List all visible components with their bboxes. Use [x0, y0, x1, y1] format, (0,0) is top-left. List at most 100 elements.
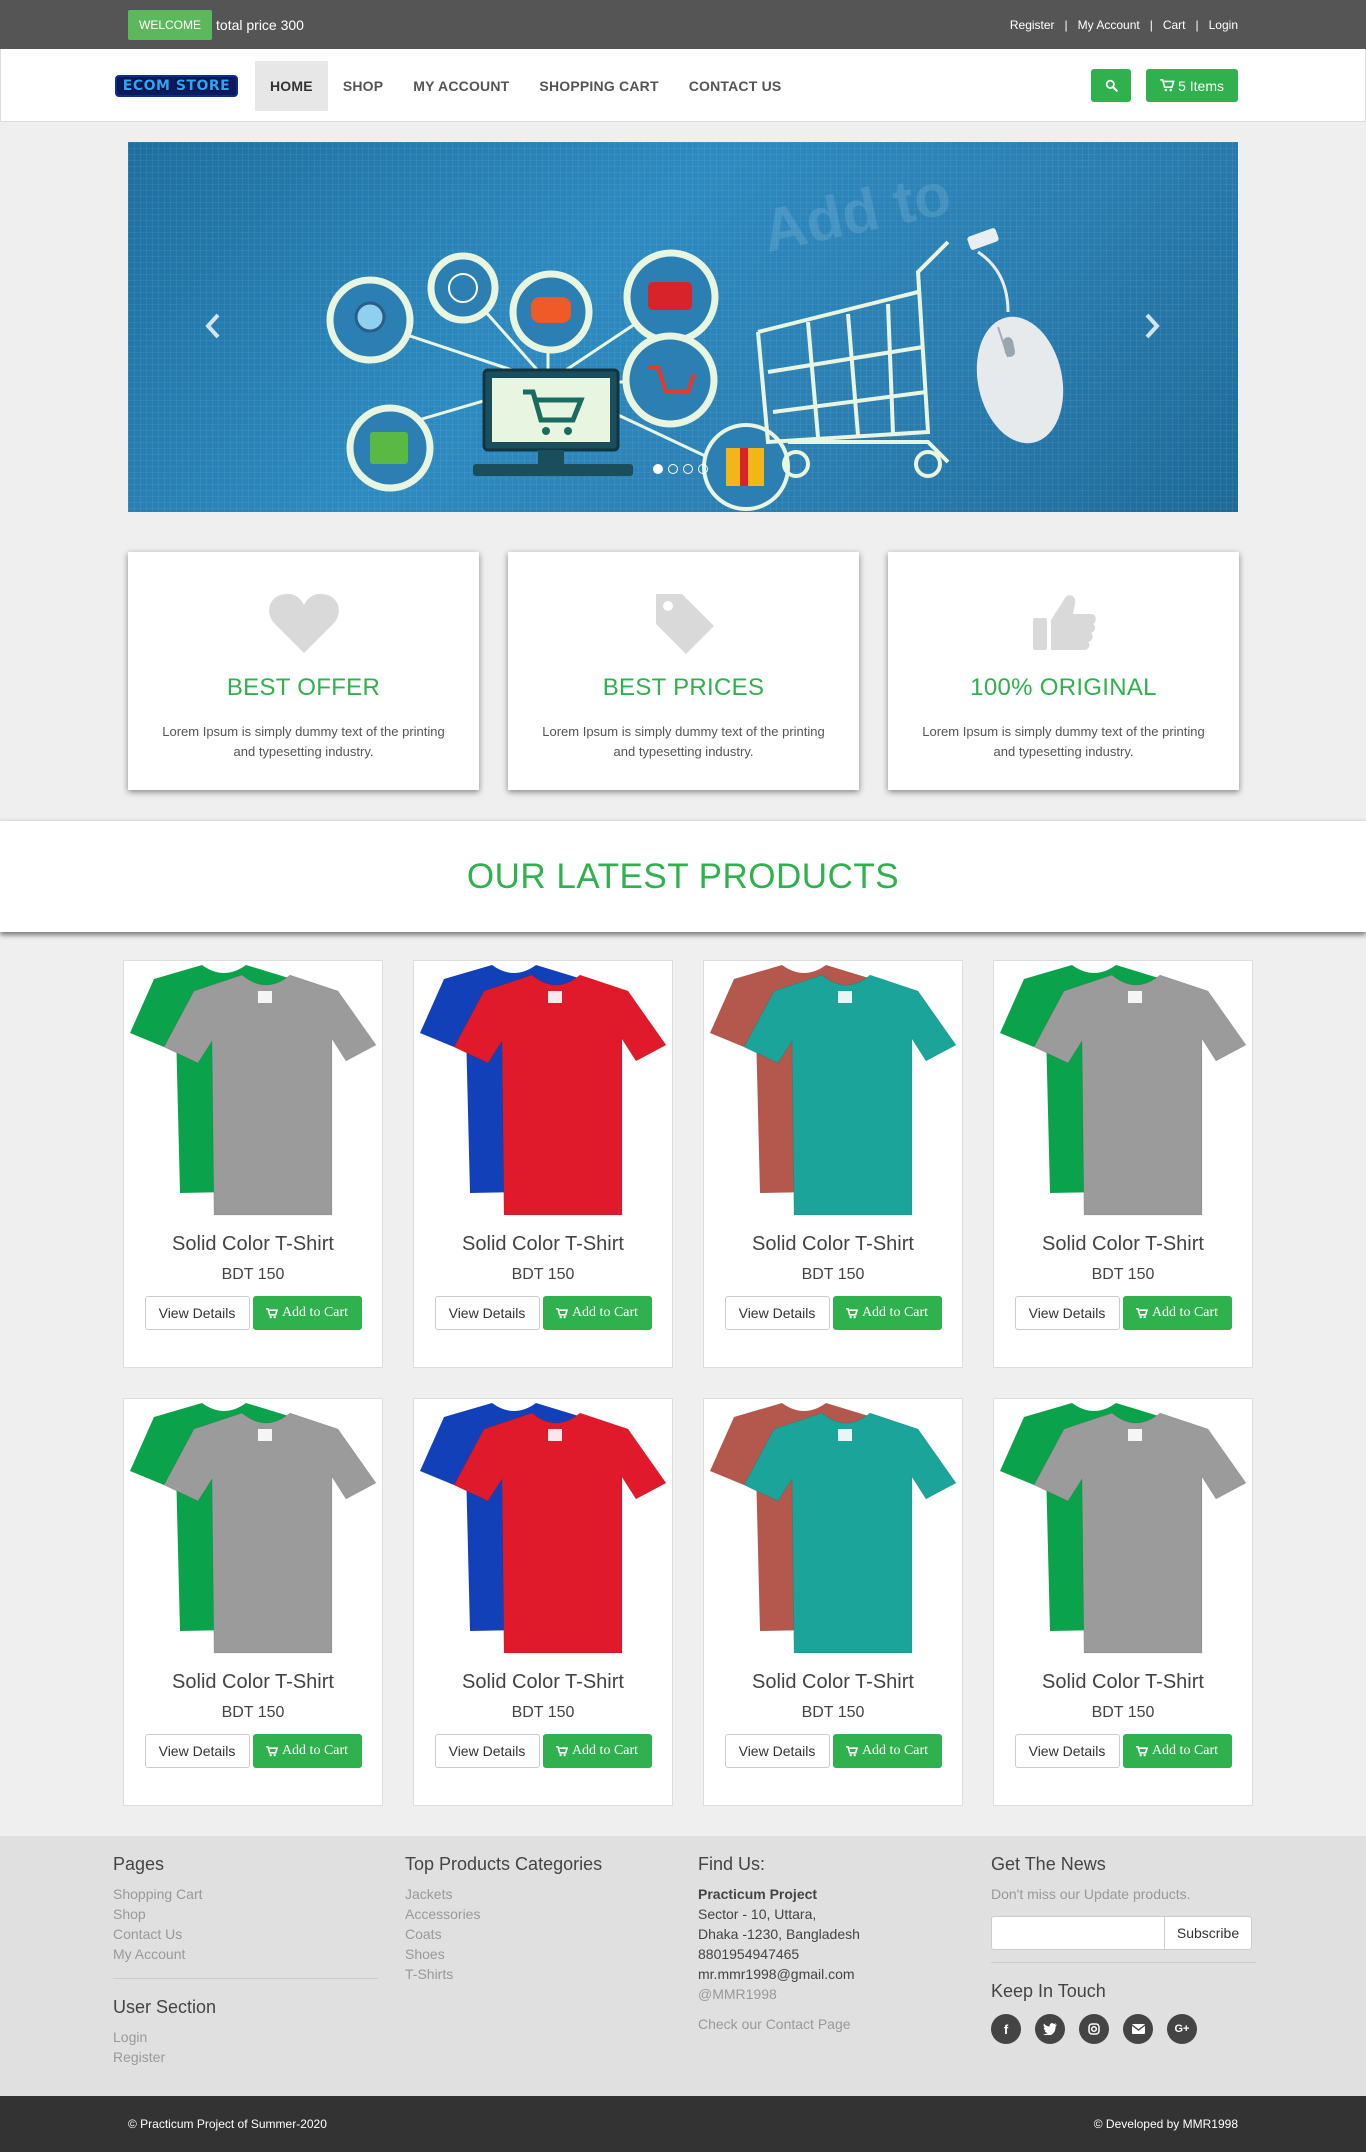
product-price: BDT 150: [511, 1704, 575, 1721]
add-to-cart-label: Add to Cart: [861, 1305, 929, 1320]
subscribe-button[interactable]: Subscribe: [1165, 1916, 1252, 1950]
footer-link-t-shirts[interactable]: T-Shirts: [405, 1964, 670, 1984]
product-card[interactable]: Solid Color T-Shirt BDT 150 View Details…: [993, 1398, 1253, 1806]
view-details-button[interactable]: View Details: [434, 1734, 540, 1768]
add-to-cart-button[interactable]: Add to Cart: [832, 1734, 942, 1768]
add-to-cart-button[interactable]: Add to Cart: [542, 1734, 652, 1768]
product-name[interactable]: Solid Color T-Shirt: [704, 1233, 962, 1256]
product-price: BDT 150: [511, 1266, 575, 1283]
newsletter-email-input[interactable]: [991, 1916, 1165, 1950]
add-to-cart-label: Add to Cart: [281, 1305, 349, 1320]
instagram-icon[interactable]: [1079, 2014, 1109, 2044]
twitter-icon[interactable]: [1035, 2014, 1065, 2044]
footer-link-login[interactable]: Login: [113, 2027, 378, 2047]
product-image[interactable]: [414, 961, 672, 1221]
product-image[interactable]: [124, 1399, 382, 1659]
carousel-prev-button[interactable]: [204, 312, 222, 348]
product-card[interactable]: Solid Color T-Shirt BDT 150 View Details…: [703, 960, 963, 1368]
product-card[interactable]: Solid Color T-Shirt BDT 150 View Details…: [413, 1398, 673, 1806]
footer-link-shopping-cart[interactable]: Shopping Cart: [113, 1884, 378, 1904]
footer-link-accessories[interactable]: Accessories: [405, 1904, 670, 1924]
carousel-dot[interactable]: [683, 464, 693, 474]
social-handle[interactable]: @MMR1998: [698, 1984, 963, 2004]
product-card[interactable]: Solid Color T-Shirt BDT 150 View Details…: [703, 1398, 963, 1806]
facebook-icon[interactable]: f: [991, 2014, 1021, 2044]
view-details-button[interactable]: View Details: [434, 1296, 540, 1330]
product-name[interactable]: Solid Color T-Shirt: [124, 1671, 382, 1694]
add-to-cart-button[interactable]: Add to Cart: [1122, 1734, 1232, 1768]
product-image[interactable]: [994, 961, 1252, 1221]
view-details-button[interactable]: View Details: [1014, 1296, 1120, 1330]
product-card[interactable]: Solid Color T-Shirt BDT 150 View Details…: [123, 960, 383, 1368]
latest-products-banner: OUR LATEST PRODUCTS: [0, 820, 1366, 932]
shopping-cart-icon: [265, 1745, 278, 1756]
carousel-dot[interactable]: [653, 464, 663, 474]
add-to-cart-button[interactable]: Add to Cart: [1122, 1296, 1232, 1330]
login-link[interactable]: Login: [1209, 18, 1238, 32]
product-name[interactable]: Solid Color T-Shirt: [994, 1233, 1252, 1256]
nav-item-contact-us[interactable]: CONTACT US: [674, 61, 797, 111]
footer-link-coats[interactable]: Coats: [405, 1924, 670, 1944]
product-name[interactable]: Solid Color T-Shirt: [124, 1233, 382, 1256]
product-card[interactable]: Solid Color T-Shirt BDT 150 View Details…: [123, 1398, 383, 1806]
footer-heading: Find Us:: [698, 1854, 766, 1874]
carousel-dot[interactable]: [698, 464, 708, 474]
add-to-cart-label: Add to Cart: [281, 1743, 349, 1758]
newsletter-text: Don't miss our Update products.: [991, 1886, 1191, 1902]
feature-text: Lorem Ipsum is simply dummy text of the …: [162, 724, 445, 759]
footer-link-shoes[interactable]: Shoes: [405, 1944, 670, 1964]
product-image[interactable]: [414, 1399, 672, 1659]
product-card[interactable]: Solid Color T-Shirt BDT 150 View Details…: [993, 960, 1253, 1368]
product-name[interactable]: Solid Color T-Shirt: [994, 1671, 1252, 1694]
carousel-dot[interactable]: [668, 464, 678, 474]
add-to-cart-button[interactable]: Add to Cart: [252, 1734, 362, 1768]
product-name[interactable]: Solid Color T-Shirt: [414, 1233, 672, 1256]
contact-page-link[interactable]: Check our Contact Page: [698, 2014, 963, 2034]
nav-item-shop[interactable]: SHOP: [328, 61, 398, 111]
footer-link-shop[interactable]: Shop: [113, 1904, 378, 1924]
footer-heading: Keep In Touch: [991, 1981, 1106, 2001]
footer-link-jackets[interactable]: Jackets: [405, 1884, 670, 1904]
nav-item-shopping-cart[interactable]: SHOPPING CART: [524, 61, 673, 111]
footer-link-register[interactable]: Register: [113, 2047, 378, 2067]
footer-link-my-account[interactable]: My Account: [113, 1944, 378, 1964]
logo[interactable]: ECOM STORE: [115, 74, 238, 97]
product-name[interactable]: Solid Color T-Shirt: [704, 1671, 962, 1694]
product-image[interactable]: [124, 961, 382, 1221]
carousel-next-button[interactable]: [1143, 312, 1161, 348]
nav-item-home[interactable]: HOME: [255, 60, 328, 111]
add-to-cart-button[interactable]: Add to Cart: [542, 1296, 652, 1330]
shopping-cart-icon: [1160, 79, 1175, 92]
copyright-text: © Practicum Project of Summer-2020: [128, 2117, 327, 2131]
hero-carousel[interactable]: Add to: [128, 142, 1238, 512]
view-details-button[interactable]: View Details: [724, 1734, 830, 1768]
product-image[interactable]: [704, 961, 962, 1221]
google-plus-icon[interactable]: G+: [1167, 2014, 1197, 2044]
shopping-cart-icon: [555, 1745, 568, 1756]
view-details-button[interactable]: View Details: [144, 1734, 250, 1768]
register-link[interactable]: Register: [1010, 18, 1055, 32]
view-details-button[interactable]: View Details: [724, 1296, 830, 1330]
product-name[interactable]: Solid Color T-Shirt: [414, 1671, 672, 1694]
cart-link[interactable]: Cart: [1163, 18, 1186, 32]
product-image[interactable]: [994, 1399, 1252, 1659]
product-card[interactable]: Solid Color T-Shirt BDT 150 View Details…: [413, 960, 673, 1368]
view-details-button[interactable]: View Details: [1014, 1734, 1120, 1768]
my-account-link[interactable]: My Account: [1078, 18, 1140, 32]
envelope-icon[interactable]: [1123, 2014, 1153, 2044]
main-navbar: ECOM STORE HOME SHOP MY ACCOUNT SHOPPING…: [0, 49, 1366, 122]
view-details-button[interactable]: View Details: [144, 1296, 250, 1330]
add-to-cart-label: Add to Cart: [861, 1743, 929, 1758]
add-to-cart-button[interactable]: Add to Cart: [252, 1296, 362, 1330]
cart-button[interactable]: 5 Items: [1146, 69, 1238, 102]
add-to-cart-label: Add to Cart: [571, 1305, 639, 1320]
add-to-cart-button[interactable]: Add to Cart: [832, 1296, 942, 1330]
feature-title: BEST OFFER: [226, 674, 381, 701]
footer-heading: Get The News: [991, 1854, 1106, 1874]
product-price: BDT 150: [1091, 1266, 1155, 1283]
nav-item-my-account[interactable]: MY ACCOUNT: [398, 61, 524, 111]
shopping-cart-icon: [845, 1745, 858, 1756]
product-image[interactable]: [704, 1399, 962, 1659]
footer-link-contact-us[interactable]: Contact Us: [113, 1924, 378, 1944]
search-button[interactable]: [1091, 69, 1132, 102]
